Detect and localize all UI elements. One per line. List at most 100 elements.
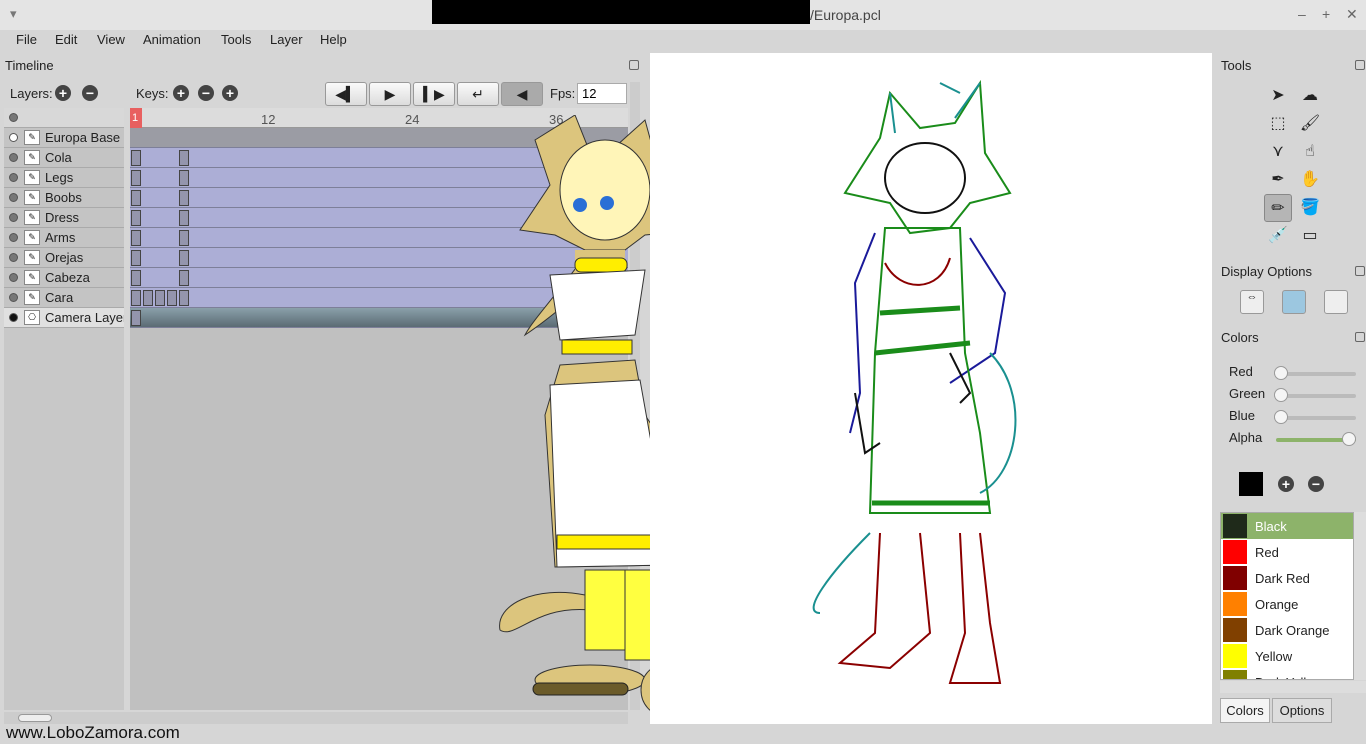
current-frame-marker[interactable]: 1	[130, 108, 142, 128]
close-icon[interactable]: ✕	[1346, 6, 1358, 23]
layer-row[interactable]: ✎ Cabeza	[4, 268, 124, 288]
polyline-tool-icon[interactable]: ⋎	[1264, 138, 1292, 166]
add-layer-icon[interactable]: +	[55, 85, 71, 101]
slider-handle[interactable]	[1274, 366, 1288, 380]
menu-view[interactable]: View	[97, 32, 125, 47]
loop-button[interactable]: ↵	[457, 82, 499, 106]
layer-row[interactable]: ✎ Cara	[4, 288, 124, 308]
keyframe[interactable]	[131, 310, 141, 326]
layer-visibility-icon[interactable]	[9, 173, 18, 182]
current-color-swatch[interactable]	[1239, 472, 1263, 496]
menu-file[interactable]: File	[16, 32, 37, 47]
layer-visibility-icon[interactable]	[9, 313, 18, 322]
window-menu-icon[interactable]: ▾	[10, 6, 17, 22]
palette-swatch[interactable]: Dark Red	[1221, 565, 1353, 591]
layer-visibility-icon[interactable]	[9, 193, 18, 202]
marquee-tool-icon[interactable]: ⬚	[1264, 110, 1292, 138]
keyframe[interactable]	[179, 150, 189, 166]
palette-swatch[interactable]: Yellow	[1221, 643, 1353, 669]
hand-tool-icon[interactable]: ✋	[1296, 166, 1324, 194]
keyframe[interactable]	[179, 170, 189, 186]
red-slider[interactable]	[1274, 366, 1356, 380]
pen-tool-icon[interactable]: ✒	[1264, 166, 1292, 194]
eraser-tool-icon[interactable]: ▭	[1296, 222, 1324, 250]
layer-row[interactable]: ✎ Dress	[4, 208, 124, 228]
layer-visibility-icon[interactable]	[9, 133, 18, 142]
mirror-toggle[interactable]: ⇔	[1240, 290, 1264, 314]
bucket-tool-icon[interactable]: 🪣	[1296, 194, 1324, 222]
onion-next-toggle[interactable]	[1324, 290, 1348, 314]
drawing-canvas[interactable]	[650, 53, 1212, 724]
layer-visibility-icon[interactable]	[9, 153, 18, 162]
float-dock-icon[interactable]	[629, 60, 639, 70]
layer-row[interactable]: ✎ Cola	[4, 148, 124, 168]
minimize-icon[interactable]: –	[1298, 6, 1306, 22]
slider-handle[interactable]	[1274, 388, 1288, 402]
fps-input[interactable]	[577, 83, 627, 104]
layer-visibility-icon[interactable]	[9, 273, 18, 282]
menu-tools[interactable]: Tools	[221, 32, 251, 47]
slider-handle[interactable]	[1274, 410, 1288, 424]
next-frame-button[interactable]: ▍▶	[413, 82, 455, 106]
remove-layer-icon[interactable]: −	[82, 85, 98, 101]
layer-visibility-icon[interactable]	[9, 213, 18, 222]
keyframe[interactable]	[131, 150, 141, 166]
palette-swatch[interactable]: Black	[1221, 513, 1353, 539]
keyframe[interactable]	[179, 290, 189, 306]
eyedropper-tool-icon[interactable]: 💉	[1264, 222, 1292, 250]
alpha-slider[interactable]	[1276, 432, 1356, 446]
layer-row[interactable]: ✎ Arms	[4, 228, 124, 248]
palette-hscrollbar[interactable]	[1220, 681, 1366, 693]
add-key-icon[interactable]: +	[173, 85, 189, 101]
prev-frame-button[interactable]: ◀▍	[325, 82, 367, 106]
add-color-icon[interactable]: +	[1278, 476, 1294, 492]
palette-swatch[interactable]: Dark Orange	[1221, 617, 1353, 643]
visibility-all-icon[interactable]	[9, 113, 18, 122]
layer-visibility-icon[interactable]	[9, 233, 18, 242]
blue-slider[interactable]	[1274, 410, 1356, 424]
remove-color-icon[interactable]: −	[1308, 476, 1324, 492]
keyframe[interactable]	[131, 250, 141, 266]
tab-colors[interactable]: Colors	[1220, 698, 1270, 723]
keyframe[interactable]	[155, 290, 165, 306]
maximize-icon[interactable]: +	[1322, 6, 1330, 22]
layer-row[interactable]: ✎ Boobs	[4, 188, 124, 208]
sound-button[interactable]: ◀︎	[501, 82, 543, 106]
duplicate-key-icon[interactable]: +	[222, 85, 238, 101]
keyframe[interactable]	[179, 190, 189, 206]
tab-options[interactable]: Options	[1272, 698, 1332, 723]
layer-visibility-icon[interactable]	[9, 253, 18, 262]
palette-swatch[interactable]: Red	[1221, 539, 1353, 565]
pencil-tool-icon[interactable]: ✏	[1264, 194, 1292, 222]
play-button[interactable]: ▶	[369, 82, 411, 106]
keyframe[interactable]	[179, 270, 189, 286]
keyframe[interactable]	[131, 190, 141, 206]
green-slider[interactable]	[1274, 388, 1356, 402]
palette-swatch[interactable]: Dark Yellow	[1221, 669, 1353, 679]
keyframe[interactable]	[131, 170, 141, 186]
keyframe[interactable]	[167, 290, 177, 306]
keyframe[interactable]	[131, 230, 141, 246]
menu-animation[interactable]: Animation	[143, 32, 201, 47]
keyframe[interactable]	[143, 290, 153, 306]
slider-handle[interactable]	[1342, 432, 1356, 446]
keyframe[interactable]	[131, 270, 141, 286]
layer-row[interactable]: ✎ Europa Base	[4, 128, 124, 148]
float-dock-icon[interactable]	[1355, 266, 1365, 276]
float-dock-icon[interactable]	[1355, 60, 1365, 70]
layer-row[interactable]: ✎ Orejas	[4, 248, 124, 268]
float-dock-icon[interactable]	[1355, 332, 1365, 342]
layer-visibility-icon[interactable]	[9, 293, 18, 302]
menu-layer[interactable]: Layer	[270, 32, 303, 47]
layer-row[interactable]: ⎔ Camera Layer	[4, 308, 124, 328]
smudge-tool-icon[interactable]: ☁	[1296, 82, 1324, 110]
onion-skin-toggle[interactable]	[1282, 290, 1306, 314]
select-tool-icon[interactable]: ➤	[1264, 82, 1292, 110]
menu-edit[interactable]: Edit	[55, 32, 77, 47]
brush-tool-icon[interactable]: 🖌	[1296, 110, 1324, 138]
keyframe[interactable]	[179, 230, 189, 246]
layer-row[interactable]: ✎ Legs	[4, 168, 124, 188]
pointer-hand-tool-icon[interactable]: ☝	[1296, 138, 1324, 166]
remove-key-icon[interactable]: −	[198, 85, 214, 101]
keyframe[interactable]	[131, 290, 141, 306]
